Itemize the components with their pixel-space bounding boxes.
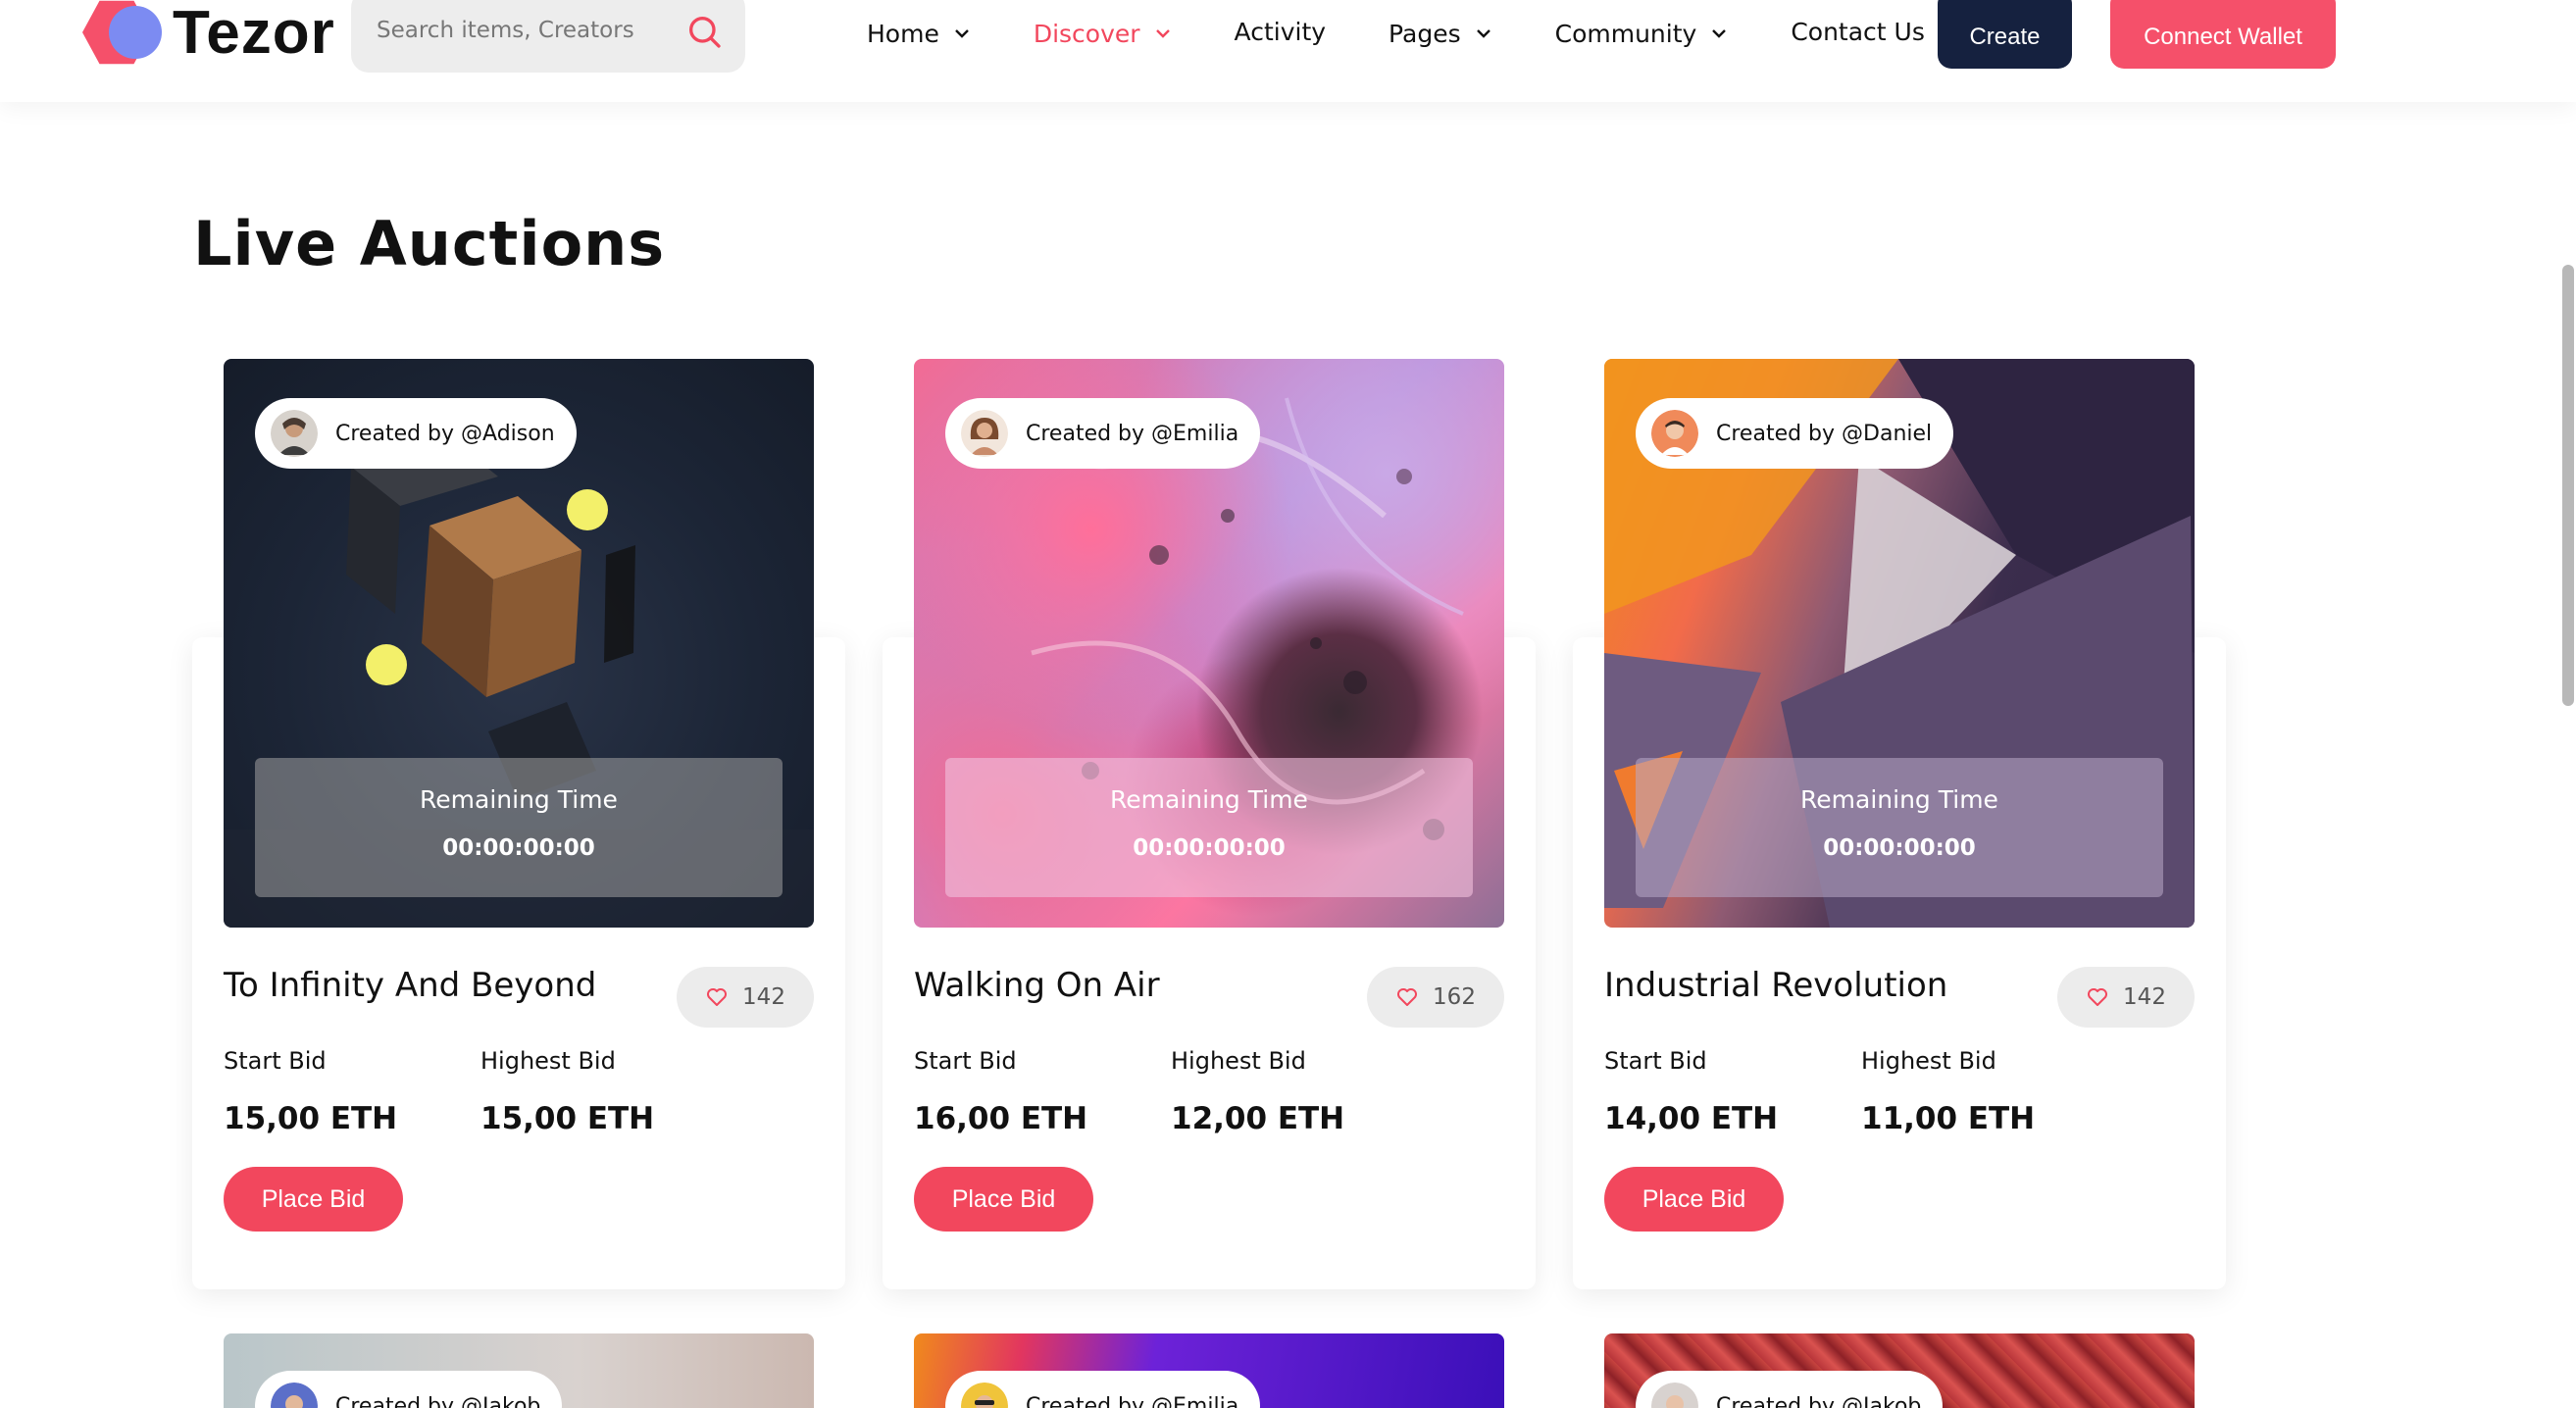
start-bid-label: Start Bid <box>1604 1047 1707 1075</box>
creator-name: Created by @Jakob <box>1716 1393 1922 1408</box>
like-button[interactable]: 142 <box>2057 967 2195 1028</box>
nav-pages[interactable]: Pages <box>1389 20 1492 48</box>
search-box <box>351 0 745 73</box>
creator-pill[interactable]: Created by @Emilia <box>945 398 1261 469</box>
scrollbar-thumb[interactable] <box>2562 265 2574 706</box>
chevron-down-icon <box>954 29 969 38</box>
nav-home-label: Home <box>867 19 939 48</box>
highest-bid-value: 15,00 ETH <box>480 1101 655 1136</box>
creator-name: Created by @Adison <box>335 421 555 446</box>
avatar <box>1651 410 1698 457</box>
avatar <box>271 1383 318 1408</box>
main-nav: Home Discover Activity Pages Community C… <box>867 14 1988 53</box>
nft-image[interactable]: Created by @Emilia <box>914 1333 1504 1408</box>
highest-bid-label: Highest Bid <box>1861 1047 1996 1075</box>
remaining-time-label: Remaining Time <box>420 785 618 814</box>
logo[interactable]: Tezor <box>82 0 335 67</box>
remaining-time-box: Remaining Time 00:00:00:00 <box>945 758 1473 897</box>
start-bid-value: 14,00 ETH <box>1604 1101 1779 1136</box>
search-icon[interactable] <box>684 12 724 51</box>
heart-icon <box>1397 988 1418 1006</box>
place-bid-button[interactable]: Place Bid <box>224 1167 403 1232</box>
remaining-time-label: Remaining Time <box>1800 785 1998 814</box>
avatar <box>1651 1383 1698 1408</box>
card-title[interactable]: Walking On Air <box>914 966 1160 1005</box>
creator-pill[interactable]: Created by @Emilia <box>945 1371 1261 1408</box>
connect-wallet-button[interactable]: Connect Wallet <box>2110 0 2336 69</box>
remaining-time-value: 00:00:00:00 <box>442 835 595 861</box>
place-bid-button[interactable]: Place Bid <box>914 1167 1093 1232</box>
creator-pill[interactable]: Created by @Daniel <box>1636 398 1954 469</box>
avatar <box>961 410 1008 457</box>
nav-community-label: Community <box>1554 19 1697 48</box>
creator-name: Created by @Emilia <box>1026 421 1239 446</box>
creator-pill[interactable]: Created by @Adison <box>255 398 577 469</box>
heart-icon <box>707 988 728 1006</box>
logo-mark-icon <box>82 0 163 67</box>
nft-image[interactable]: Created by @Adison Remaining Time 00:00:… <box>224 359 814 928</box>
avatar <box>961 1383 1008 1408</box>
chevron-down-icon <box>1476 29 1490 38</box>
start-bid-value: 15,00 ETH <box>224 1101 398 1136</box>
chevron-down-icon <box>1155 29 1170 38</box>
start-bid-value: 16,00 ETH <box>914 1101 1088 1136</box>
nav-pages-label: Pages <box>1389 19 1461 48</box>
start-bid-label: Start Bid <box>914 1047 1017 1075</box>
nav-discover-label: Discover <box>1033 19 1140 48</box>
avatar <box>271 410 318 457</box>
creator-pill[interactable]: Created by @Jakob <box>255 1371 563 1408</box>
chevron-down-icon <box>1712 29 1727 38</box>
remaining-time-box: Remaining Time 00:00:00:00 <box>1636 758 2163 897</box>
nav-home[interactable]: Home <box>867 20 971 48</box>
creator-name: Created by @Jakob <box>335 1393 541 1408</box>
nav-community[interactable]: Community <box>1555 20 1729 48</box>
remaining-time-value: 00:00:00:00 <box>1133 835 1286 861</box>
highest-bid-value: 11,00 ETH <box>1861 1101 2036 1136</box>
creator-name: Created by @Emilia <box>1026 1393 1239 1408</box>
nav-contact-label: Contact Us <box>1791 17 1925 46</box>
nft-image[interactable]: Created by @Jakob <box>1604 1333 2195 1408</box>
search-input[interactable] <box>377 8 671 53</box>
scrollbar[interactable] <box>2558 102 2576 1408</box>
creator-pill[interactable]: Created by @Jakob <box>1636 1371 1944 1408</box>
remaining-time-label: Remaining Time <box>1110 785 1308 814</box>
nft-image[interactable]: Created by @Emilia Remaining Time 00:00:… <box>914 359 1504 928</box>
highest-bid-value: 12,00 ETH <box>1171 1101 1345 1136</box>
remaining-time-value: 00:00:00:00 <box>1823 835 1976 861</box>
like-button[interactable]: 162 <box>1367 967 1504 1028</box>
card-title[interactable]: To Infinity And Beyond <box>224 966 596 1005</box>
heart-icon <box>2088 988 2108 1006</box>
page-title: Live Auctions <box>193 208 666 279</box>
create-button[interactable]: Create <box>1938 0 2072 69</box>
nav-discover[interactable]: Discover <box>1034 20 1172 48</box>
nav-contact[interactable]: Contact Us <box>1791 18 1925 46</box>
like-button[interactable]: 142 <box>677 967 814 1028</box>
creator-name: Created by @Daniel <box>1716 421 1933 446</box>
like-count: 142 <box>2123 984 2166 1010</box>
highest-bid-label: Highest Bid <box>1171 1047 1306 1075</box>
nav-activity[interactable]: Activity <box>1235 18 1327 46</box>
card-title[interactable]: Industrial Revolution <box>1604 966 1947 1005</box>
logo-text: Tezor <box>173 0 335 67</box>
start-bid-label: Start Bid <box>224 1047 327 1075</box>
site-header: Tezor Home Discover Activity Pages Commu… <box>0 0 2576 102</box>
nft-image[interactable]: Created by @Daniel Remaining Time 00:00:… <box>1604 359 2195 928</box>
nav-activity-label: Activity <box>1234 17 1327 46</box>
like-count: 142 <box>742 984 785 1010</box>
remaining-time-box: Remaining Time 00:00:00:00 <box>255 758 783 897</box>
nft-image[interactable]: Created by @Jakob <box>224 1333 814 1408</box>
place-bid-button[interactable]: Place Bid <box>1604 1167 1784 1232</box>
like-count: 162 <box>1433 984 1476 1010</box>
highest-bid-label: Highest Bid <box>480 1047 616 1075</box>
